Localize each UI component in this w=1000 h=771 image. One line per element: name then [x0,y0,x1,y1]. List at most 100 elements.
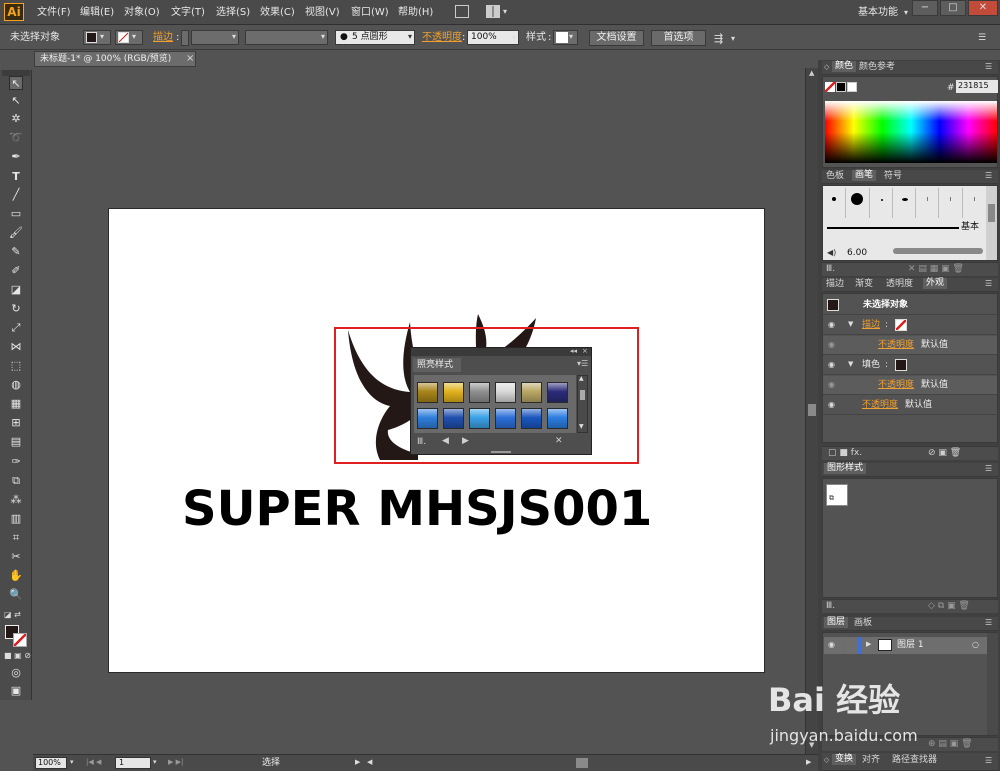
next-library-icon[interactable]: ▶ [462,437,469,446]
white-swatch[interactable] [847,82,857,92]
tab-swatches[interactable]: 色板 [826,172,844,181]
graphic-style-swatch[interactable] [469,382,490,403]
scroll-left-icon[interactable]: ◀ [367,759,372,766]
variable-width-profile[interactable]: ▾ [245,30,328,45]
tab-graphic-styles[interactable]: 图形样式 [824,463,867,474]
eraser-tool-icon[interactable]: ◪ [9,283,23,297]
preferences-button[interactable]: 首选项 [651,30,706,46]
workspace-switcher[interactable]: 基本功能 [858,8,898,18]
panel-menu-icon[interactable]: ☰ [985,280,992,288]
maximize-button[interactable]: □ [940,0,966,16]
visibility-eye-icon[interactable]: ◉ [828,341,835,349]
resize-grip[interactable] [491,451,511,453]
column-graph-tool-icon[interactable]: ▥ [9,512,23,526]
collapse-icon[interactable]: ◇ [824,757,829,764]
graphic-style-swatch[interactable] [521,408,542,429]
rotate-tool-icon[interactable]: ↻ [9,302,23,316]
visibility-eye-icon[interactable]: ◉ [828,361,835,369]
status-menu-icon[interactable]: ▶ [355,759,360,766]
graphic-style-swatch[interactable] [469,408,490,429]
unlink-icon[interactable]: ✕ [555,437,563,446]
chevron-down-icon[interactable]: ▾ [70,759,74,766]
appearance-actions-icons[interactable]: ▢ ■ fx. [828,449,862,458]
panel-title-bar[interactable]: ◂◂ × [411,348,591,356]
appearance-object-opacity-row[interactable]: ◉ 不透明度 默认值 [823,396,997,415]
layers-scrollbar[interactable] [987,633,998,735]
tab-color-guide[interactable]: 颜色参考 [859,63,895,72]
collapse-icon[interactable]: ◇ [824,64,829,71]
appearance-clear-icons[interactable]: ⊘ ▣ 🗑 [928,449,961,458]
symbol-sprayer-tool-icon[interactable]: ⁂ [9,493,23,507]
stroke-swatch[interactable] [13,633,27,647]
canvas-vertical-scrollbar[interactable]: ▲ ▼ [805,68,818,754]
menu-window[interactable]: 窗口(W) [351,8,389,18]
panel-menu-icon[interactable]: ☰ [978,34,986,43]
blend-tool-icon[interactable]: ⧉ [9,474,23,488]
tab-gradient[interactable]: 渐变 [855,280,873,289]
paintbrush-tool-icon[interactable]: 🖌 [9,226,23,240]
line-tool-icon[interactable]: ╱ [9,188,23,202]
tab-artboards[interactable]: 画板 [854,619,872,628]
layer-row[interactable]: ◉ ▶ 图层 1 ○ [824,637,987,654]
tab-align[interactable]: 对齐 [862,756,880,765]
perspective-grid-tool-icon[interactable]: ▦ [9,397,23,411]
tab-color[interactable]: 颜色 [832,61,857,72]
expand-layer-icon[interactable]: ▶ [866,641,871,648]
appearance-fill-row[interactable]: ◉ ▼ 填色 : [823,356,997,375]
pen-tool-icon[interactable]: ✒ [9,150,23,164]
menu-object[interactable]: 对象(O) [124,8,160,18]
tab-close-button[interactable]: × [186,54,194,64]
document-tab[interactable]: 未标题-1* @ 100% (RGB/预览) × [34,51,196,67]
target-circle-icon[interactable]: ○ [972,641,979,649]
tab-transparency[interactable]: 透明度 [886,280,913,289]
free-transform-tool-icon[interactable]: ⬚ [9,359,23,373]
menu-file[interactable]: 文件(F) [37,8,71,18]
graphic-style-swatch[interactable] [521,382,542,403]
black-swatch[interactable] [836,82,846,92]
appearance-stroke-row[interactable]: ◉ ▼ 描边 : [823,316,997,335]
hex-field[interactable]: 231815 [956,80,998,93]
panel-menu-icon[interactable]: ☰ [985,757,992,765]
panel-menu-icon[interactable]: ☰ [985,63,992,71]
appearance-fill-opacity-row[interactable]: ◉ 不透明度 默认值 [823,376,997,395]
graphic-style-swatch[interactable] [547,408,568,429]
scroll-right-icon[interactable]: ▶ [806,759,811,766]
align-icon[interactable]: ⇶ [714,33,723,44]
disclosure-triangle-icon[interactable]: ▼ [848,321,853,328]
panel-menu-icon[interactable]: ▾☰ [577,360,588,368]
graphic-style-swatch[interactable] [443,408,464,429]
tab-transform[interactable]: 变换 [832,754,857,765]
appearance-stroke-opacity-row[interactable]: ◉ 不透明度 默认值 [823,336,997,355]
collapse-icon[interactable]: ◂◂ [570,348,577,355]
artwork-text[interactable]: SUPER MHSJS001 [182,485,652,533]
color-mode-icons[interactable]: ■ ▣ ⊘ [4,651,31,660]
stroke-none-swatch[interactable] [895,319,907,331]
scroll-thumb[interactable] [808,404,816,416]
panel-tab[interactable]: 照亮样式 [413,358,461,372]
panel-menu-icon[interactable]: ☰ [985,465,992,473]
type-tool-icon[interactable]: T [9,170,23,184]
basic-brush-stroke[interactable] [827,227,959,229]
horizontal-scroll-thumb[interactable] [576,758,588,768]
blob-brush-tool-icon[interactable]: ✐ [9,264,23,278]
pencil-tool-icon[interactable]: ✎ [9,245,23,259]
stroke-weight-field[interactable]: ▾ [191,30,239,45]
fill-color-picker[interactable]: ▾ [83,30,111,45]
none-swatch[interactable] [825,82,835,92]
menu-effect[interactable]: 效果(C) [260,8,295,18]
artboard-number-field[interactable]: 1 [115,757,151,769]
visibility-eye-icon[interactable]: ◉ [828,321,835,329]
visibility-eye-icon[interactable]: ◉ [828,401,835,409]
library-menu-icon[interactable]: Ⅲ. [826,602,835,611]
document-setup-button[interactable]: 文档设置 [589,30,644,46]
scale-tool-icon[interactable]: ⤢ [9,321,23,335]
hand-tool-icon[interactable]: ✋ [9,569,23,583]
stroke-color-picker[interactable]: ▾ [115,30,143,45]
arrange-documents-icon[interactable] [486,5,500,18]
lasso-tool-icon[interactable]: ➰ [9,131,23,145]
bridge-icon[interactable] [455,5,469,18]
tab-symbols[interactable]: 符号 [884,172,902,181]
shape-builder-tool-icon[interactable]: ◍ [9,378,23,392]
slice-tool-icon[interactable]: ✂ [9,550,23,564]
graphic-style-swatch[interactable] [495,408,516,429]
